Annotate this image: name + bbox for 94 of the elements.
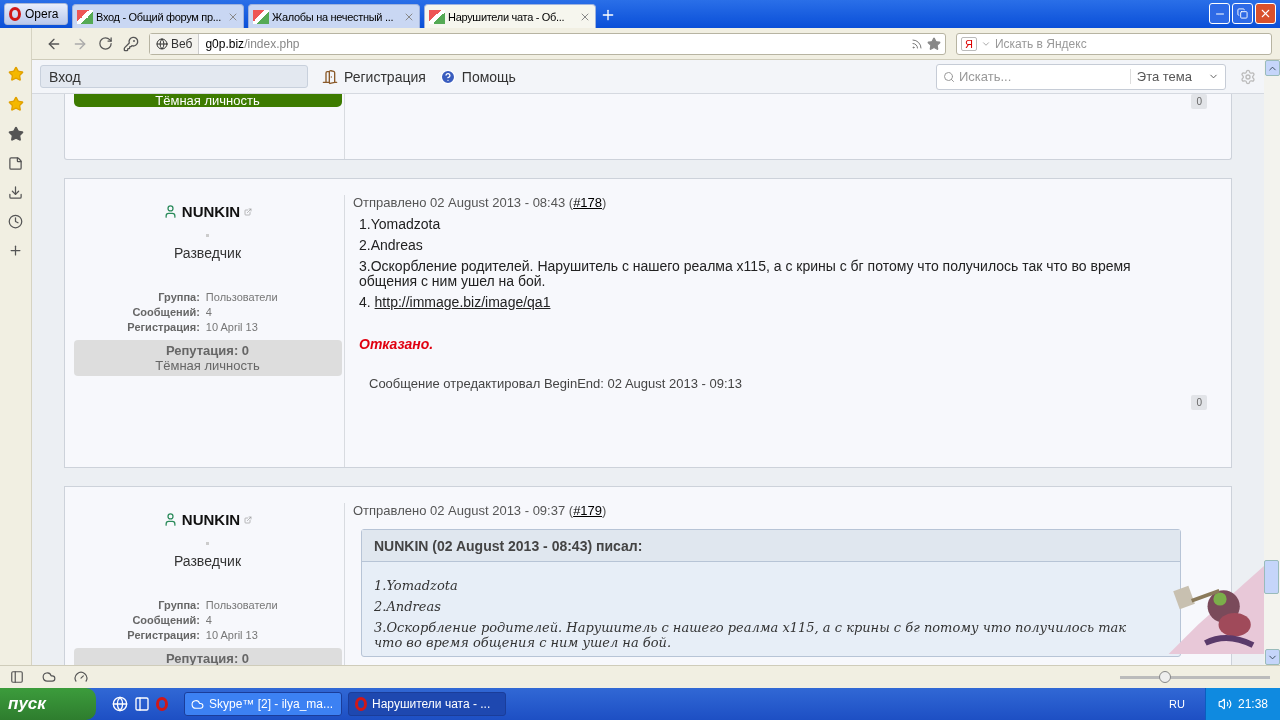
scope-dropdown[interactable]: Эта тема <box>1129 69 1225 84</box>
close-button[interactable] <box>1255 3 1276 24</box>
star-icon[interactable] <box>7 66 24 82</box>
scroll-down-button[interactable] <box>1264 649 1280 665</box>
nav-link[interactable]: Регистрация <box>322 68 426 85</box>
clock-text: 21:38 <box>1237 697 1268 711</box>
help-icon <box>439 68 456 85</box>
field-value: 4 <box>205 306 213 318</box>
reputation-score: Репутация: 0 <box>165 651 250 665</box>
yandex-logo: Я <box>961 36 977 51</box>
quote-text: 1.Yomadzota <box>374 578 459 593</box>
post-link[interactable]: #179 <box>573 503 603 518</box>
image-link[interactable]: http://immage.biz/image/qa1 <box>374 294 551 310</box>
restore-button[interactable] <box>1232 3 1253 24</box>
author-link[interactable]: NUNKIN <box>162 511 253 528</box>
restore-icon <box>1237 8 1248 19</box>
reputation-score: Репутация: 0 <box>165 343 250 358</box>
author-rank: Разведчик <box>173 245 242 261</box>
taskbar-button[interactable]: Skype™ [2] - ilya_ma... <box>184 692 342 716</box>
field-value: 10 April 13 <box>205 321 259 333</box>
search-icon <box>943 70 955 83</box>
post-date: Отправлено 02 August 2013 - 08:43 (#178) <box>353 195 608 210</box>
language-indicator[interactable]: RU <box>1169 698 1199 710</box>
star-icon[interactable] <box>927 36 941 51</box>
url-text: g0p.biz/index.php <box>204 36 301 51</box>
door-icon <box>322 68 338 85</box>
opera-logo-icon <box>355 697 367 711</box>
browser-tab[interactable]: Нарушители чата - Об... <box>424 4 596 28</box>
gauge-icon[interactable] <box>74 670 88 684</box>
cloud-icon <box>191 697 204 711</box>
nav-link[interactable]: Помощь <box>439 68 516 85</box>
field-label: Регистрация: <box>127 321 200 333</box>
opera-menu-button[interactable]: Opera <box>4 3 68 25</box>
opera-logo-icon <box>9 7 21 21</box>
field-label: Сообщений: <box>131 614 200 626</box>
globe-icon[interactable] <box>112 696 128 712</box>
post-date: Отправлено 02 August 2013 - 09:37 (#179) <box>353 503 608 518</box>
field-label: Сообщений: <box>131 306 200 318</box>
browser-tab[interactable]: Жалобы на нечестный ... <box>248 4 420 28</box>
taskbar-button[interactable]: Нарушители чата - ... <box>348 692 506 716</box>
quote-text: 3.Оскорбление родителей. Нарушитель с нашего реалма x115, а с крины с бг потому что получилось так что во время общения с ним ушел на бой. <box>374 620 1127 650</box>
web-badge: Веб <box>150 33 200 54</box>
field-value: Пользователи <box>205 599 278 611</box>
post-text: 2.Andreas <box>359 238 424 253</box>
like-count[interactable]: 0 <box>1191 94 1207 109</box>
favicon-icon <box>253 9 269 24</box>
login-button[interactable]: Вход <box>40 65 308 88</box>
verdict-text: Отказано. <box>359 336 435 352</box>
forum-search-field[interactable]: Искать... Эта тема <box>936 63 1226 90</box>
field-value: Пользователи <box>205 291 278 303</box>
reputation-title: Тёмная личность <box>155 358 260 373</box>
post-text: 3.Оскорбление родителей. Нарушитель с нашего реалма x115, а с крины с бг потому что получилось так что во время общения с ним ушел на бой. <box>359 259 1132 289</box>
user-icon <box>162 512 178 527</box>
field-value: 4 <box>205 614 213 626</box>
volume-icon[interactable] <box>1217 697 1232 711</box>
add-icon[interactable] <box>8 243 23 258</box>
globe-icon <box>156 37 168 50</box>
post-text: 1.Yomadzota <box>359 217 442 232</box>
quote-text: 2.Andreas <box>374 599 442 614</box>
post-link[interactable]: #178 <box>573 195 603 210</box>
reload-icon[interactable] <box>98 36 113 51</box>
cloud-icon[interactable] <box>42 670 56 684</box>
yandex-search-field[interactable]: Я Искать в Яндекс <box>956 32 1272 55</box>
note-icon[interactable] <box>8 156 23 171</box>
author-rank: Разведчик <box>173 553 242 569</box>
field-label: Регистрация: <box>127 629 200 641</box>
panel-icon[interactable] <box>10 670 24 684</box>
field-label: Группа: <box>157 291 200 303</box>
start-button[interactable]: пуск <box>0 688 96 720</box>
quote-header: NUNKIN (02 August 2013 - 08:43) писал: <box>362 530 1180 562</box>
post-text: 4. http://immage.biz/image/qa1 <box>359 295 552 310</box>
edit-note: Сообщение отредактировал BeginEnd: 02 August 2013 - 09:13 <box>369 376 743 391</box>
scroll-thumb[interactable] <box>1264 560 1279 594</box>
minimize-button[interactable] <box>1209 3 1230 24</box>
rss-icon[interactable] <box>911 37 923 50</box>
favicon-icon <box>77 9 93 24</box>
field-label: Группа: <box>157 599 200 611</box>
close-icon <box>1259 7 1272 20</box>
browser-tab[interactable]: Вход - Общий форум пр... <box>72 4 244 28</box>
rank-bar: Тёмная личность <box>73 94 342 107</box>
address-field[interactable]: Веб g0p.biz/index.php <box>149 32 946 55</box>
scroll-up-button[interactable] <box>1264 60 1280 76</box>
field-value: 10 April 13 <box>205 629 259 641</box>
star-icon[interactable] <box>7 126 24 142</box>
like-count[interactable]: 0 <box>1191 395 1207 410</box>
clock-icon[interactable] <box>8 214 23 229</box>
user-icon <box>162 204 178 219</box>
download-icon[interactable] <box>8 185 23 200</box>
star-icon[interactable] <box>7 96 24 112</box>
new-tab-icon[interactable] <box>600 7 616 23</box>
author-link[interactable]: NUNKIN <box>162 203 253 220</box>
slider-thumb[interactable] <box>1159 670 1171 683</box>
favicon-icon <box>429 9 445 24</box>
key-icon[interactable] <box>123 35 139 52</box>
